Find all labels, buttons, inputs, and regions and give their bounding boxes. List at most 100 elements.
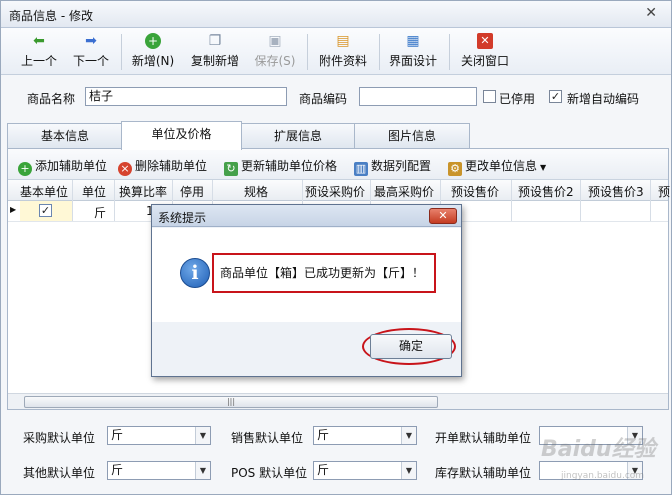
- copy-add-label: 复制新增: [190, 54, 239, 68]
- tab-image-info[interactable]: 图片信息: [354, 123, 470, 149]
- prev-label: 上一个: [20, 54, 57, 68]
- tab-basic-info[interactable]: 基本信息: [7, 123, 123, 149]
- column-config-label: 数据列配置: [371, 159, 432, 173]
- col-header[interactable]: 规格: [244, 183, 268, 200]
- info-icon: i: [180, 258, 210, 288]
- save-label: 保存(S): [254, 54, 296, 68]
- purchase-default-value: 斤: [111, 428, 124, 442]
- column-config-button[interactable]: ▥ 数据列配置: [354, 157, 431, 176]
- tab-unit-price[interactable]: 单位及价格: [121, 121, 242, 150]
- add-unit-button[interactable]: + 添加辅助单位: [18, 157, 107, 176]
- window-title: 商品信息 - 修改: [9, 9, 93, 23]
- col-header[interactable]: 停用: [180, 183, 204, 200]
- col-header[interactable]: 预设售价: [451, 183, 499, 200]
- dropdown-arrow-icon: ▼: [195, 427, 210, 444]
- prev-button[interactable]: ⬅ 上一个: [19, 32, 59, 72]
- attachment-icon: ▤: [336, 33, 350, 49]
- toolbar-separator: [379, 34, 380, 70]
- col-header[interactable]: 预: [658, 183, 670, 200]
- attachments-button[interactable]: ▤ 附件资料: [317, 32, 369, 72]
- add-circle-icon: +: [18, 162, 32, 176]
- title-bar: 商品信息 - 修改 ✕: [1, 1, 671, 28]
- auto-code-label: 新增自动编码: [567, 92, 640, 106]
- tab-bar: 基本信息 单位及价格 扩展信息 图片信息: [7, 121, 669, 150]
- unit-cell[interactable]: 斤: [94, 204, 106, 221]
- purchase-default-select[interactable]: 斤 ▼: [107, 426, 211, 445]
- delete-unit-button[interactable]: × 删除辅助单位: [118, 157, 207, 176]
- unit-toolbar: + 添加辅助单位 × 删除辅助单位 ↻ 更新辅助单位价格 ▥ 数据列配置 ⚙ 更改单位信息…: [8, 149, 668, 180]
- purchase-default-label: 采购默认单位: [23, 431, 96, 445]
- col-header[interactable]: 基本单位: [20, 183, 68, 200]
- tab-extended-info[interactable]: 扩展信息: [240, 123, 356, 149]
- plus-icon: +: [145, 33, 161, 49]
- update-price-button[interactable]: ↻ 更新辅助单位价格: [224, 157, 337, 176]
- stock-aux-default-label: 库存默认辅助单位: [435, 466, 532, 480]
- sales-default-value: 斤: [317, 428, 330, 442]
- delete-circle-icon: ×: [118, 162, 132, 176]
- other-default-select[interactable]: 斤 ▼: [107, 461, 211, 480]
- col-header[interactable]: 预设采购价: [305, 183, 365, 200]
- product-name-input[interactable]: 桔子: [85, 87, 287, 106]
- col-header[interactable]: 最高采购价: [374, 183, 434, 200]
- dialog-title: 系统提示: [158, 211, 207, 225]
- bill-aux-default-label: 开单默认辅助单位: [435, 431, 532, 445]
- product-edit-window: 商品信息 - 修改 ✕ ⬅ 上一个 ➡ 下一个 + 新增(N) ❐ 复制新增 ▣…: [0, 0, 672, 495]
- toolbar-separator: [307, 34, 308, 70]
- dialog-close-icon[interactable]: ✕: [429, 208, 457, 224]
- col-header[interactable]: 预设售价3: [588, 183, 644, 200]
- columns-icon: ▥: [354, 162, 368, 176]
- settings-icon: ⚙: [448, 162, 462, 176]
- dialog-message: 商品单位【箱】已成功更新为【斤】！: [212, 253, 436, 293]
- row-pointer-icon: ▶: [10, 205, 17, 214]
- watermark-url: jingyan.baidu.com: [561, 471, 645, 481]
- close-window-button[interactable]: ✕ 关闭窗口: [457, 32, 513, 72]
- dropdown-arrow-icon: ▼: [401, 462, 416, 479]
- sales-default-label: 销售默认单位: [231, 431, 304, 445]
- product-code-input[interactable]: [359, 87, 477, 106]
- base-unit-cell[interactable]: ✓: [20, 201, 72, 221]
- copy-add-button[interactable]: ❐ 复制新增: [189, 32, 241, 72]
- add-label: 新增(N): [131, 54, 175, 68]
- dialog-body: i 商品单位【箱】已成功更新为【斤】！: [152, 228, 461, 322]
- close-icon: ✕: [477, 33, 493, 49]
- arrow-right-icon: ➡: [85, 33, 97, 49]
- change-unit-label: 更改单位信息: [465, 159, 538, 173]
- product-code-label: 商品编码: [299, 92, 348, 106]
- copy-icon: ❐: [208, 33, 222, 49]
- ok-button[interactable]: 确定: [370, 334, 452, 359]
- base-unit-checkbox[interactable]: ✓: [39, 204, 52, 217]
- auto-code-checkbox[interactable]: ✓: [549, 90, 562, 103]
- product-name-label: 商品名称: [27, 92, 76, 106]
- arrow-left-icon: ⬅: [33, 33, 45, 49]
- add-unit-label: 添加辅助单位: [35, 159, 108, 173]
- ui-design-button[interactable]: ▦ 界面设计: [387, 32, 439, 72]
- attachments-label: 附件资料: [318, 54, 367, 68]
- next-button[interactable]: ➡ 下一个: [71, 32, 111, 72]
- pos-default-value: 斤: [317, 463, 330, 477]
- add-button[interactable]: + 新增(N): [131, 32, 175, 72]
- window-close-icon[interactable]: ✕: [645, 5, 657, 21]
- sales-default-select[interactable]: 斤 ▼: [313, 426, 417, 445]
- col-header[interactable]: 单位: [82, 183, 106, 200]
- save-button[interactable]: ▣ 保存(S): [253, 32, 297, 72]
- change-unit-button[interactable]: ⚙ 更改单位信息 ▼: [448, 157, 546, 176]
- refresh-icon: ↻: [224, 162, 238, 176]
- delete-unit-label: 删除辅助单位: [135, 159, 208, 173]
- ui-design-label: 界面设计: [388, 54, 437, 68]
- toolbar-separator: [121, 34, 122, 70]
- close-window-label: 关闭窗口: [460, 54, 509, 68]
- col-header[interactable]: 换算比率: [119, 183, 167, 200]
- toolbar-separator: [449, 34, 450, 70]
- horizontal-scrollbar[interactable]: |||: [8, 393, 668, 409]
- layout-icon: ▦: [406, 33, 420, 49]
- main-toolbar: ⬅ 上一个 ➡ 下一个 + 新增(N) ❐ 复制新增 ▣ 保存(S) ▤ 附件资…: [1, 28, 671, 75]
- pos-default-select[interactable]: 斤 ▼: [313, 461, 417, 480]
- dialog-title-bar: 系统提示 ✕: [152, 205, 461, 227]
- disabled-checkbox[interactable]: [483, 90, 496, 103]
- grid-header: 基本单位 单位 换算比率 停用 规格 预设采购价 最高采购价 预设售价 预设售价…: [8, 180, 670, 201]
- save-icon: ▣: [268, 33, 282, 49]
- disabled-label: 已停用: [499, 92, 536, 106]
- scrollbar-thumb[interactable]: |||: [24, 396, 438, 408]
- col-header[interactable]: 预设售价2: [518, 183, 574, 200]
- pos-default-label: POS 默认单位: [231, 466, 308, 480]
